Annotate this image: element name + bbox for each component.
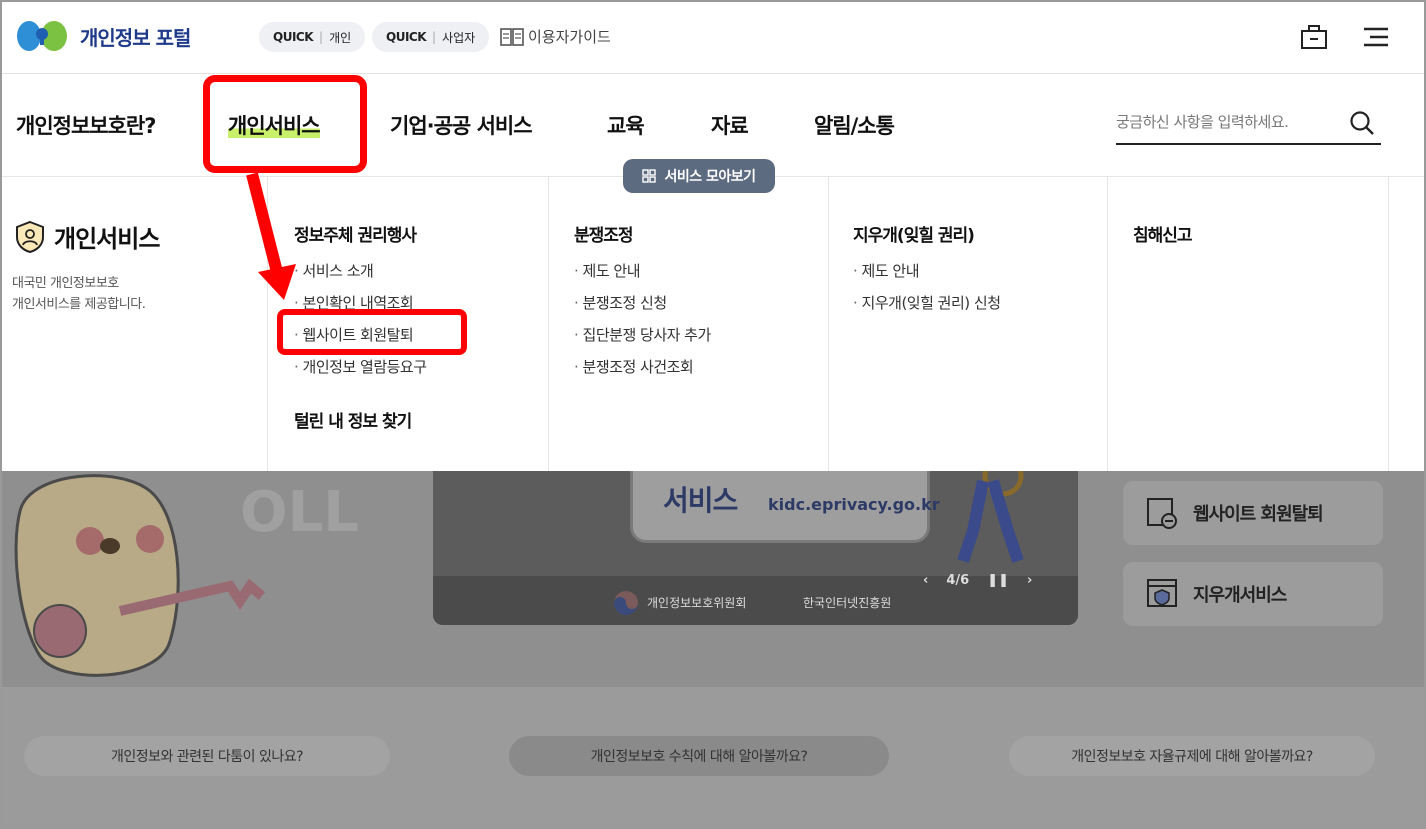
quick-prefix: QUICK xyxy=(273,30,314,44)
prev-icon[interactable]: ‹ xyxy=(923,573,928,588)
character-illustration xyxy=(957,471,1024,563)
faq-pill[interactable]: 개인정보보호 자율규제에 대해 알아볼까요? xyxy=(1009,736,1375,776)
desc-line: 대국민 개인정보보호 xyxy=(12,276,119,291)
menu-link[interactable]: 제도 안내 xyxy=(853,260,920,281)
side-btn-label: 웹사이트 회원탈퇴 xyxy=(1193,504,1324,525)
user-guide-link[interactable]: 이용자가이드 xyxy=(500,26,611,47)
mega-menu: 개인서비스 대국민 개인정보보호 개인서비스를 제공합니다. 정보주체 권리행사… xyxy=(0,176,1426,472)
menu-link[interactable]: 개인정보 열람등요구 xyxy=(294,356,427,377)
menu-column-report: 침해신고 xyxy=(1108,177,1389,472)
side-btn-label: 지우개서비스 xyxy=(1193,585,1287,606)
menu-heading[interactable]: 침해신고 xyxy=(1133,221,1193,246)
separator: | xyxy=(319,30,324,44)
menu-heading[interactable]: 털린 내 정보 찾기 xyxy=(294,407,412,432)
nav-label: 알림/소통 xyxy=(814,114,895,138)
banner-url: kidc.eprivacy.go.kr xyxy=(768,495,940,514)
nav-label: 개인정보보호란? xyxy=(16,114,156,138)
mega-description: 대국민 개인정보보호 개인서비스를 제공합니다. xyxy=(12,273,146,315)
banner-title: 서비스 xyxy=(663,484,738,517)
menu-heading[interactable]: 지우개(잊힐 권리) xyxy=(853,221,975,246)
menu-heading[interactable]: 분쟁조정 xyxy=(574,221,634,246)
logo-mark-icon xyxy=(16,18,68,54)
nav-privacy-about[interactable]: 개인정보보호란? xyxy=(16,110,156,140)
collect-label: 서비스 모아보기 xyxy=(664,169,756,185)
menu-column-dispute: 분쟁조정 제도 안내 분쟁조정 신청 집단분쟁 당사자 추가 분쟁조정 사건조회 xyxy=(549,177,829,472)
nav-business-public-service[interactable]: 기업·공공 서비스 xyxy=(390,110,533,140)
top-bar: 개인정보 포털 QUICK | 개인 QUICK | 사업자 이용자가이드 xyxy=(0,0,1426,74)
menu-column-eraser: 지우개(잊힐 권리) 제도 안내 지우개(잊힐 권리) 신청 xyxy=(829,177,1108,472)
eraser-service-shortcut[interactable]: 지우개서비스 xyxy=(1123,562,1383,626)
page-background-overlay: OLL 서비스 kidc.eprivacy.go.kr 개인정보보호위원회 한국… xyxy=(0,471,1426,829)
menu-link[interactable]: 분쟁조정 사건조회 xyxy=(574,356,694,377)
nav-label: 자료 xyxy=(711,114,749,138)
quick-label: 개인 xyxy=(329,30,352,45)
briefcase-icon[interactable] xyxy=(1300,24,1328,54)
faq-pill[interactable]: 개인정보와 관련된 다툼이 있나요? xyxy=(24,736,390,776)
grid-icon xyxy=(642,169,657,183)
pause-icon[interactable]: ❚❚ xyxy=(987,573,1009,588)
mega-intro: 개인서비스 대국민 개인정보보호 개인서비스를 제공합니다. xyxy=(0,177,268,472)
highlight-box-personal-service xyxy=(203,75,367,173)
banner-card: 서비스 kidc.eprivacy.go.kr xyxy=(630,471,940,543)
menu-link[interactable]: 서비스 소개 xyxy=(294,260,374,281)
quick-personal-button[interactable]: QUICK | 개인 xyxy=(259,22,366,52)
menu-link[interactable]: 제도 안내 xyxy=(574,260,641,281)
menu-icon[interactable] xyxy=(1362,24,1390,54)
search-icon[interactable] xyxy=(1349,110,1375,140)
mega-title-label: 개인서비스 xyxy=(54,225,160,253)
service-collection-button[interactable]: 서비스 모아보기 xyxy=(623,159,775,193)
nav-label: 교육 xyxy=(607,114,645,138)
withdrawal-icon xyxy=(1147,498,1177,529)
banner-page-indicator: 4/6 xyxy=(946,573,970,588)
menu-heading[interactable]: 정보주체 권리행사 xyxy=(294,221,417,246)
book-icon xyxy=(500,27,524,46)
shield-window-icon xyxy=(1147,579,1177,607)
logo-text: 개인정보 포털 xyxy=(80,25,191,50)
guide-label: 이용자가이드 xyxy=(528,28,611,46)
highlight-box-website-withdrawal xyxy=(277,309,467,355)
main-banner[interactable]: 서비스 kidc.eprivacy.go.kr 개인정보보호위원회 한국인터넷진… xyxy=(433,471,1078,625)
nav-resources[interactable]: 자료 xyxy=(711,110,749,140)
shield-user-icon xyxy=(16,220,44,253)
mega-title: 개인서비스 xyxy=(14,219,160,254)
svg-text:OLL: OLL xyxy=(240,480,359,545)
nav-notice-communication[interactable]: 알림/소통 xyxy=(814,110,895,140)
quick-label: 사업자 xyxy=(442,30,476,45)
org-kisa: 한국인터넷진흥원 xyxy=(803,596,892,610)
logo[interactable]: 개인정보 포털 xyxy=(16,18,191,54)
gov-emblem-icon xyxy=(613,590,639,620)
menu-link[interactable]: 분쟁조정 신청 xyxy=(574,292,668,313)
annotation-arrow-icon xyxy=(246,172,296,300)
separator: | xyxy=(432,30,437,44)
next-icon[interactable]: › xyxy=(1027,573,1032,588)
banner-controls: ‹ 4/6 ❚❚ › xyxy=(923,573,1032,588)
menu-link[interactable]: 지우개(잊힐 권리) 신청 xyxy=(853,292,1001,313)
quick-prefix: QUICK xyxy=(386,30,427,44)
mascot-illustration: OLL xyxy=(14,474,359,677)
menu-link[interactable]: 집단분쟁 당사자 추가 xyxy=(574,324,712,345)
quick-business-button[interactable]: QUICK | 사업자 xyxy=(372,22,490,52)
nav-education[interactable]: 교육 xyxy=(607,110,645,140)
faq-pill[interactable]: 개인정보보호 수칙에 대해 알아볼까요? xyxy=(509,736,889,776)
search-box xyxy=(1116,104,1381,145)
website-withdrawal-shortcut[interactable]: 웹사이트 회원탈퇴 xyxy=(1123,481,1383,545)
search-input[interactable] xyxy=(1116,104,1336,140)
nav-label: 기업·공공 서비스 xyxy=(390,114,533,138)
desc-line: 개인서비스를 제공합니다. xyxy=(12,297,146,312)
org-pipc: 개인정보보호위원회 xyxy=(647,596,747,610)
